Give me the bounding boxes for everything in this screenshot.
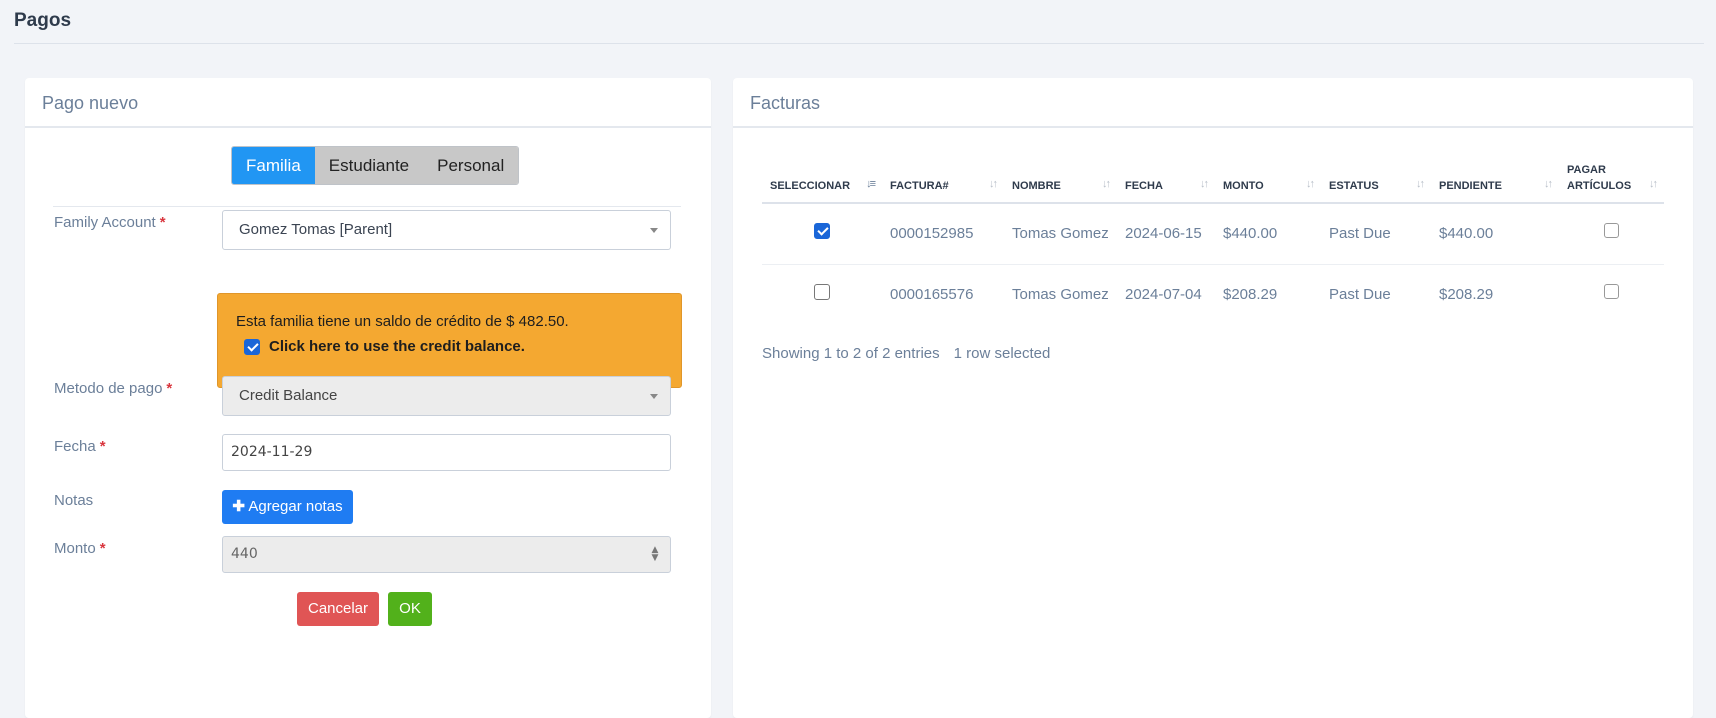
number-stepper-icon[interactable]: ▲ ▼ — [650, 546, 660, 564]
family-account-label-text: Family Account — [54, 214, 156, 231]
date-label: Fecha * — [54, 438, 106, 455]
col-header-name[interactable]: NOMBRE ↓↑ — [1004, 158, 1117, 204]
invoice-cell: 0000152985 — [882, 203, 1004, 265]
family-account-select[interactable]: Gomez Tomas [Parent] — [222, 210, 671, 250]
invoices-panel: Facturas SELECCIONAR ↓≡ FACTURA# ↓↑ NOMBRE… — [733, 78, 1693, 718]
chevron-down-icon — [650, 394, 658, 399]
name-cell: Tomas Gomez — [1012, 286, 1109, 304]
col-header-pay-items[interactable]: PAGAR ARTÍCULOS ↓↑ — [1559, 158, 1664, 204]
col-header-label: PENDIENTE — [1439, 180, 1502, 192]
chevron-down-icon — [650, 228, 658, 233]
table-row[interactable]: 0000165576 Tomas Gomez 2024-07-04 $208.2… — [762, 264, 1664, 325]
date-cell: 2024-07-04 — [1125, 286, 1202, 304]
divider — [53, 206, 681, 207]
add-notes-label: Agregar notas — [248, 498, 343, 515]
toggle-estudiante[interactable]: Estudiante — [314, 147, 424, 184]
credit-balance-alert: Esta familia tiene un saldo de crédito d… — [217, 293, 682, 388]
sort-icon: ↓↑ — [989, 178, 998, 190]
add-notes-button[interactable]: ✚ Agregar notas — [222, 490, 353, 524]
select-cell — [762, 203, 882, 265]
use-credit-checkbox[interactable] — [244, 338, 260, 355]
plus-icon: ✚ — [232, 498, 245, 515]
selected-info: 1 row selected — [953, 345, 1051, 362]
row-select-checkbox[interactable] — [814, 283, 830, 300]
ok-button[interactable]: OK — [388, 592, 432, 626]
col-header-amount[interactable]: MONTO ↓↑ — [1215, 158, 1321, 204]
amount-label-text: Monto — [54, 540, 96, 557]
col-header-label: SELECCIONAR — [770, 180, 851, 192]
sort-icon: ↓↑ — [1102, 178, 1111, 190]
table-header-row: SELECCIONAR ↓≡ FACTURA# ↓↑ NOMBRE ↓↑ FECHA ↓… — [762, 158, 1664, 204]
new-payment-panel: Pago nuevo Familia Estudiante Personal F… — [25, 78, 711, 718]
date-cell: 2024-06-15 — [1117, 203, 1215, 265]
notes-label: Notas — [54, 492, 94, 509]
family-account-label: Family Account * — [54, 214, 166, 231]
amount-value: 440 — [231, 546, 258, 562]
new-payment-panel-title: Pago nuevo — [25, 78, 711, 128]
pay-items-checkbox[interactable] — [1604, 284, 1619, 300]
page-title: Pagos — [14, 10, 72, 31]
col-header-label: FECHA — [1125, 180, 1163, 192]
col-header-select[interactable]: SELECCIONAR ↓≡ — [762, 158, 882, 204]
entries-info: Showing 1 to 2 of 2 entries — [762, 345, 940, 362]
sort-icon: ↓↑ — [1416, 178, 1425, 190]
col-header-label: NOMBRE — [1012, 180, 1061, 192]
invoices-table: SELECCIONAR ↓≡ FACTURA# ↓↑ NOMBRE ↓↑ FECHA ↓… — [762, 158, 1664, 325]
sort-asc-icon: ↓≡ — [866, 178, 876, 190]
amount-input[interactable]: 440 ▲ ▼ — [222, 536, 671, 573]
use-credit-row: Click here to use the credit balance. — [244, 338, 663, 355]
sort-icon: ↓↑ — [1544, 178, 1553, 190]
col-header-status[interactable]: ESTATUS ↓↑ — [1321, 158, 1431, 204]
pay-items-cell — [1559, 264, 1664, 325]
toggle-personal[interactable]: Personal — [423, 147, 519, 184]
col-header-label: FACTURA# — [890, 180, 949, 192]
required-mark: * — [159, 214, 166, 231]
col-header-date[interactable]: FECHA ↓↑ — [1117, 158, 1215, 204]
payment-method-value: Credit Balance — [239, 387, 338, 404]
payment-method-label-text: Metodo de pago — [54, 380, 163, 397]
date-label-text: Fecha — [54, 438, 96, 455]
col-header-label: ESTATUS — [1329, 180, 1379, 192]
select-cell — [762, 264, 882, 325]
name-cell: Tomas Gomez — [1004, 203, 1117, 265]
required-mark: * — [99, 438, 106, 455]
required-mark: * — [166, 380, 173, 397]
col-header-pending[interactable]: PENDIENTE ↓↑ — [1431, 158, 1559, 204]
family-account-value: Gomez Tomas [Parent] — [239, 221, 393, 238]
table-info: Showing 1 to 2 of 2 entries 1 row selecte… — [762, 345, 1050, 362]
pending-cell: $208.29 — [1439, 286, 1494, 304]
invoice-cell: 0000165576 — [890, 286, 974, 304]
amount-cell: $440.00 — [1215, 203, 1321, 265]
col-header-invoice[interactable]: FACTURA# ↓↑ — [882, 158, 1004, 204]
col-header-label: PAGAR ARTÍCULOS — [1567, 164, 1632, 192]
use-credit-label[interactable]: Click here to use the credit balance. — [269, 338, 525, 355]
col-header-label: MONTO — [1223, 180, 1264, 192]
credit-balance-text: Esta familia tiene un saldo de crédito d… — [236, 313, 569, 330]
pay-items-cell — [1559, 203, 1664, 265]
table-row[interactable]: 0000152985 Tomas Gomez 2024-06-15 $440.0… — [762, 203, 1664, 265]
amount-label: Monto * — [54, 540, 106, 557]
invoices-panel-title: Facturas — [733, 78, 1693, 128]
sort-icon: ↓↑ — [1200, 178, 1209, 190]
sort-icon: ↓↑ — [1649, 178, 1658, 190]
payer-type-toggle: Familia Estudiante Personal — [231, 146, 520, 185]
page-header: Pagos — [14, 10, 1704, 44]
payment-method-label: Metodo de pago * — [54, 380, 172, 397]
payment-method-select[interactable]: Credit Balance — [222, 376, 671, 416]
status-cell: Past Due — [1321, 203, 1431, 265]
toggle-familia[interactable]: Familia — [232, 147, 315, 184]
status-cell: Past Due — [1329, 286, 1391, 304]
row-select-checkbox[interactable] — [814, 222, 830, 239]
pay-items-checkbox[interactable] — [1604, 223, 1619, 239]
cancel-button[interactable]: Cancelar — [297, 592, 379, 626]
sort-icon: ↓↑ — [1306, 178, 1315, 190]
amount-cell: $208.29 — [1223, 286, 1278, 304]
pending-cell: $440.00 — [1431, 203, 1559, 265]
date-input[interactable]: 2024-11-29 — [222, 434, 671, 471]
required-mark: * — [99, 540, 106, 557]
